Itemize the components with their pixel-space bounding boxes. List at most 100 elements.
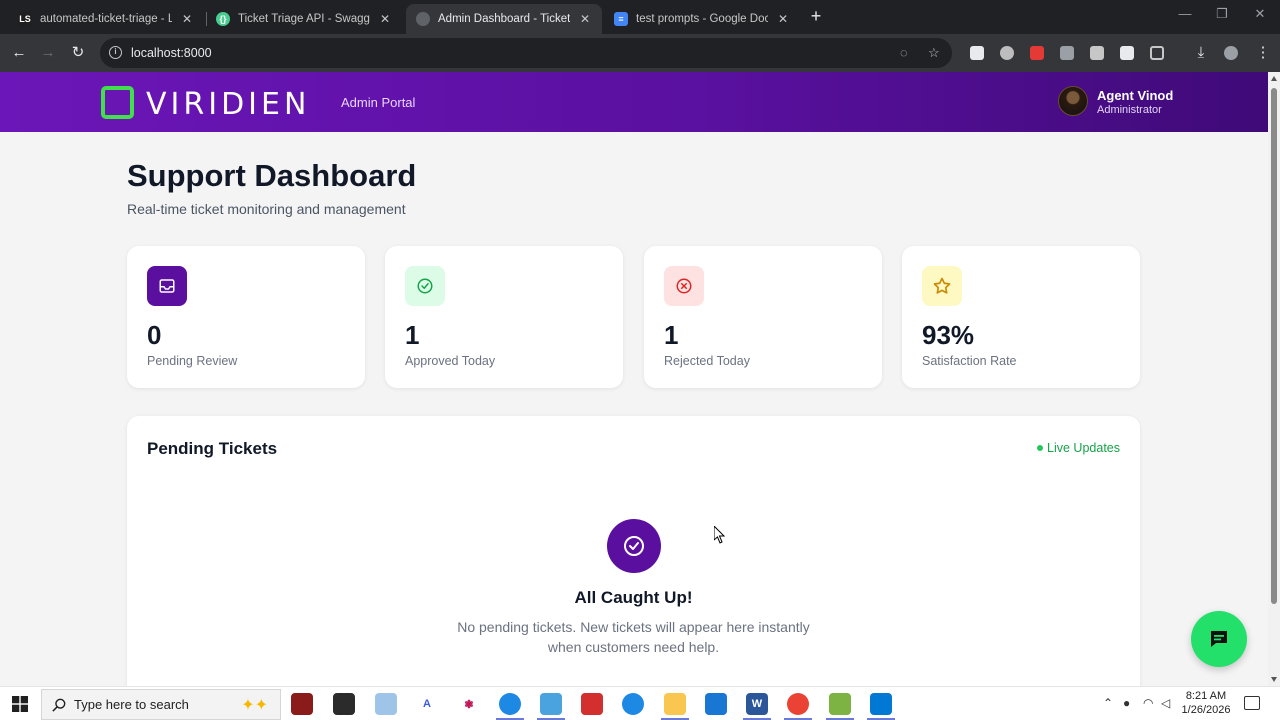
check-circle-icon: [607, 519, 661, 573]
page-title: Support Dashboard: [127, 158, 417, 193]
microphone-icon[interactable]: ●: [1123, 696, 1130, 710]
empty-state-title: All Caught Up!: [574, 588, 693, 607]
stat-value: 1: [664, 320, 679, 350]
forward-icon[interactable]: →: [37, 42, 59, 64]
new-tab-button[interactable]: +: [806, 6, 826, 26]
app-icon[interactable]: A: [416, 693, 438, 715]
file-explorer-icon[interactable]: [664, 693, 686, 715]
stat-value: 1: [405, 320, 420, 350]
restore-icon[interactable]: ❐: [1212, 6, 1232, 22]
live-updates-indicator: Live Updates: [1037, 441, 1120, 455]
close-tab-icon[interactable]: ✕: [776, 12, 790, 26]
close-tab-icon[interactable]: ✕: [578, 12, 592, 26]
taskbar-search-box[interactable]: Type here to search ✦✦: [41, 689, 281, 720]
google-docs-favicon-icon: ≡: [614, 12, 628, 26]
copilot-sparkle-icon: ✦✦: [241, 697, 268, 714]
chrome-icon[interactable]: [787, 693, 809, 715]
stat-label: Rejected Today: [664, 354, 750, 368]
profile-icon[interactable]: [1224, 46, 1238, 60]
wifi-icon[interactable]: ◠: [1143, 696, 1153, 710]
clock-time: 8:21 AM: [1185, 690, 1227, 702]
app-icon[interactable]: [375, 693, 397, 715]
logo-icon: [101, 86, 134, 119]
close-window-icon[interactable]: ✕: [1250, 6, 1270, 22]
stat-label: Approved Today: [405, 354, 496, 368]
tab-title: Admin Dashboard - Ticket Triag: [438, 13, 570, 25]
web-page: VIRIDIEN Admin Portal Agent Vinod Admini…: [0, 72, 1268, 686]
url-text: localhost:8000: [131, 46, 212, 60]
windows-start-icon[interactable]: [12, 696, 28, 712]
app-icon[interactable]: ❃: [458, 693, 480, 715]
tab-swagger-ui[interactable]: {} Ticket Triage API - Swagger UI ✕: [206, 4, 402, 34]
eye-off-icon[interactable]: ◌: [900, 45, 908, 60]
shield-extension-icon[interactable]: [1060, 46, 1074, 60]
minimize-icon[interactable]: —: [1175, 6, 1195, 21]
app-icon[interactable]: [540, 693, 562, 715]
edge-browser-icon[interactable]: [622, 693, 644, 715]
tab-google-docs[interactable]: ≡ test prompts - Google Docs ✕: [604, 4, 800, 34]
scroll-down-icon[interactable]: [1271, 677, 1277, 682]
stat-card-approved: 1 Approved Today: [385, 246, 623, 388]
app-icon[interactable]: [705, 693, 727, 715]
mouse-cursor-icon: [714, 526, 726, 544]
scroll-up-icon[interactable]: [1271, 76, 1277, 81]
empty-state-text: No pending tickets. New tickets will app…: [457, 619, 810, 655]
logo-text[interactable]: VIRIDIEN: [146, 87, 310, 122]
close-tab-icon[interactable]: ✕: [180, 12, 194, 26]
chat-icon: [1211, 631, 1227, 647]
volume-icon[interactable]: ◁: [1161, 696, 1170, 710]
check-circle-icon: [405, 266, 445, 306]
vscode-icon[interactable]: [870, 693, 892, 715]
close-tab-icon[interactable]: ✕: [378, 12, 392, 26]
live-dot-icon: [1037, 445, 1044, 451]
download-icon[interactable]: ⤓: [1190, 42, 1212, 64]
stat-value: 93%: [922, 320, 975, 350]
bookmark-star-icon[interactable]: ☆: [928, 45, 940, 61]
back-icon[interactable]: ←: [8, 42, 30, 64]
globe-favicon-icon: [416, 12, 430, 26]
tab-title: automated-ticket-triage - Lang: [40, 13, 172, 25]
stat-card-rejected: 1 Rejected Today: [644, 246, 882, 388]
chevron-up-icon[interactable]: ⌃: [1103, 696, 1113, 710]
search-icon: [52, 698, 66, 712]
portal-label: Admin Portal: [341, 95, 416, 110]
inbox-icon: [147, 266, 187, 306]
camera-extension-icon[interactable]: [1090, 46, 1104, 60]
tab-automated-ticket-triage[interactable]: LS automated-ticket-triage - Lang ✕: [8, 4, 204, 34]
stat-value: 0: [147, 320, 162, 350]
app-icon[interactable]: [829, 693, 851, 715]
tab-admin-dashboard[interactable]: Admin Dashboard - Ticket Triag ✕: [406, 4, 602, 34]
word-icon[interactable]: W: [746, 693, 768, 715]
stat-card-satisfaction: 93% Satisfaction Rate: [902, 246, 1140, 388]
live-updates-label: Live Updates: [1047, 441, 1120, 455]
user-role: Administrator: [1097, 104, 1162, 116]
docker-icon[interactable]: [499, 693, 521, 715]
pending-tickets-panel: Pending Tickets Live Updates All Caught …: [127, 416, 1140, 686]
app-icon[interactable]: [333, 693, 355, 715]
pdf-reader-icon[interactable]: [581, 693, 603, 715]
extension-icon[interactable]: [970, 46, 984, 60]
panel-title: Pending Tickets: [147, 439, 278, 458]
star-icon: [922, 266, 962, 306]
clock-date: 1/26/2026: [1181, 704, 1231, 716]
swagger-favicon-icon: {}: [216, 12, 230, 26]
menu-icon[interactable]: ⋮: [1252, 42, 1274, 64]
address-bar[interactable]: i localhost:8000 ◌ ☆: [100, 38, 952, 68]
extension-icon[interactable]: [1030, 46, 1044, 60]
page-scrollbar[interactable]: [1268, 72, 1280, 686]
avatar[interactable]: [1058, 86, 1088, 116]
taskbar-clock[interactable]: 8:21 AM 1/26/2026: [1176, 689, 1236, 717]
chat-button[interactable]: [1191, 611, 1247, 667]
puzzle-icon[interactable]: [1150, 46, 1164, 60]
stat-label: Satisfaction Rate: [922, 354, 1017, 368]
site-info-icon[interactable]: i: [109, 46, 122, 59]
app-header: VIRIDIEN Admin Portal Agent Vinod Admini…: [0, 72, 1268, 132]
page-subtitle: Real-time ticket monitoring and manageme…: [127, 201, 406, 217]
app-icon[interactable]: [291, 693, 313, 715]
reload-icon[interactable]: ↻: [67, 42, 89, 64]
tab-title: Ticket Triage API - Swagger UI: [238, 13, 370, 25]
notification-icon[interactable]: [1244, 696, 1260, 710]
scrollbar-thumb[interactable]: [1271, 88, 1277, 604]
extension-icon[interactable]: [1000, 46, 1014, 60]
extension-icon[interactable]: [1120, 46, 1134, 60]
